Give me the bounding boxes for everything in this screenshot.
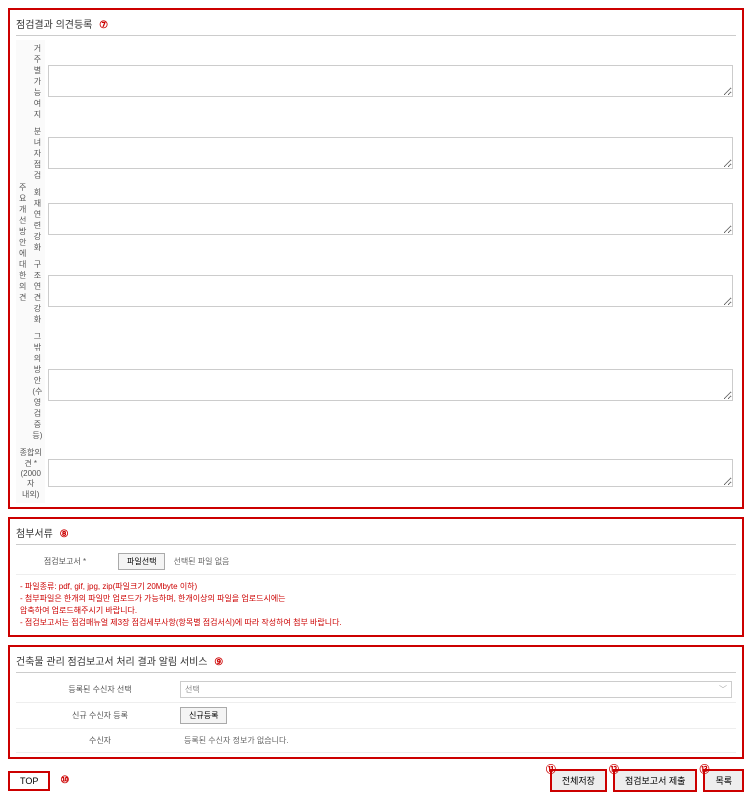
row-0-label: 거주별 가능여지: [29, 40, 45, 123]
recipient-info-value: 등록된 수신자 정보가 없습니다.: [180, 733, 732, 748]
list-button-label: 목록: [715, 776, 732, 786]
note-2: 압축하여 업로드해주시기 바랍니다.: [20, 605, 732, 617]
badge-7: ⑦: [99, 20, 108, 31]
row-3-label: 구조연견 강화: [29, 256, 45, 328]
new-recipient-button[interactable]: 신규등록: [180, 707, 227, 724]
badge-8: ⑧: [60, 529, 69, 540]
recipient-info-label: 수신자: [20, 735, 180, 746]
section-9-header: 건축물 관리 점검보고서 처리 결과 알림 서비스 ⑨: [16, 651, 736, 673]
list-button[interactable]: ⑬ 목록: [703, 769, 744, 792]
new-recipient-label: 신규 수신자 등록: [20, 710, 180, 721]
row-0-input[interactable]: [48, 65, 733, 97]
new-recipient-row: 신규 수신자 등록 신규등록: [16, 703, 736, 729]
submit-report-label: 점검보고서 제출: [625, 776, 685, 786]
row-4-input[interactable]: [48, 369, 733, 401]
save-all-label: 전체저장: [562, 776, 595, 786]
row-1-input[interactable]: [48, 137, 733, 169]
row-3-input[interactable]: [48, 275, 733, 307]
recipient-info-row: 수신자 등록된 수신자 정보가 없습니다.: [16, 729, 736, 753]
section-7-title: 점검결과 의견등록: [16, 20, 92, 31]
badge-9: ⑨: [214, 657, 223, 668]
chevron-down-icon: ﹀: [719, 684, 727, 695]
section-attachments: 첨부서류 ⑧ 점검보고서 * 파일선택 선택된 파일 없음 - 파일종류: pd…: [8, 517, 744, 637]
recipient-select-row: 등록된 수신자 선택 선택 ﹀: [16, 677, 736, 703]
top-button-label: TOP: [20, 776, 38, 786]
badge-10: ⑩: [60, 775, 69, 786]
note-1: - 첨부파일은 한개의 파일만 업로드가 가능하며, 한개이상의 파일을 업로드…: [20, 593, 732, 605]
bottom-label: 종합의견 * (2000자 내외): [16, 444, 45, 503]
recipient-select[interactable]: 선택 ﹀: [180, 681, 732, 698]
row-4-label: 그 밖의 방안 (수영 검증 등): [29, 328, 45, 444]
row-2-input[interactable]: [48, 203, 733, 235]
badge-12: ⑫: [609, 761, 619, 776]
group-label: 주요 개선 방안에 대한 의견: [16, 40, 29, 444]
file-row: 점검보고서 * 파일선택 선택된 파일 없음: [16, 549, 736, 575]
recipient-select-value: 선택: [185, 684, 200, 695]
footer-bar: TOP ⑩ ⑪ 전체저장 ⑫ 점검보고서 제출 ⑬ 목록: [8, 767, 744, 794]
top-button[interactable]: TOP: [8, 771, 50, 791]
badge-13: ⑬: [699, 761, 709, 776]
file-label: 점검보고서 *: [20, 556, 110, 567]
row-1-label: 분녀자 점검: [29, 123, 45, 184]
note-3: - 점검보고서는 점검매뉴얼 제3장 점검세부사항(항목별 점검서식)에 따라 …: [20, 617, 732, 629]
attachment-notes: - 파일종류: pdf, gif, jpg, zip(파일크기 20Mbyte …: [16, 579, 736, 631]
submit-report-button[interactable]: ⑫ 점검보고서 제출: [613, 769, 697, 792]
section-inspection-result: 점검결과 의견등록 ⑦ 주요 개선 방안에 대한 의견 거주별 가능여지 분녀자…: [8, 8, 744, 509]
recipient-select-label: 등록된 수신자 선택: [20, 684, 180, 695]
file-status: 선택된 파일 없음: [173, 556, 229, 567]
section-8-header: 첨부서류 ⑧: [16, 523, 736, 545]
summary-opinion-input[interactable]: [48, 459, 733, 487]
section-8-title: 첨부서류: [16, 529, 53, 540]
section-7-header: 점검결과 의견등록 ⑦: [16, 14, 736, 36]
note-0: - 파일종류: pdf, gif, jpg, zip(파일크기 20Mbyte …: [20, 581, 732, 593]
badge-11: ⑪: [546, 761, 556, 776]
section-notification-service: 건축물 관리 점검보고서 처리 결과 알림 서비스 ⑨ 등록된 수신자 선택 선…: [8, 645, 744, 759]
file-select-button[interactable]: 파일선택: [118, 553, 165, 570]
save-all-button[interactable]: ⑪ 전체저장: [550, 769, 607, 792]
opinion-table: 주요 개선 방안에 대한 의견 거주별 가능여지 분녀자 점검 회재연련 강화 …: [16, 40, 736, 503]
row-2-label: 회재연련 강화: [29, 184, 45, 256]
section-9-title: 건축물 관리 점검보고서 처리 결과 알림 서비스: [16, 657, 207, 668]
